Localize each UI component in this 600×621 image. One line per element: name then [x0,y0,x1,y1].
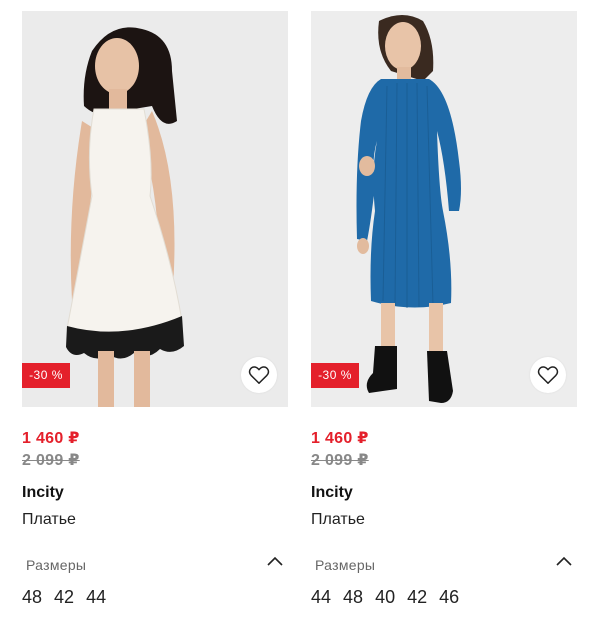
favorite-button[interactable] [241,357,277,393]
old-price: 2 099 ₽ [22,452,80,469]
discount-badge: -30 % [22,363,70,388]
heart-outline-icon [248,366,270,384]
sizes-toggle[interactable]: Размеры [22,551,288,577]
discount-badge: -30 % [311,363,359,388]
product-type[interactable]: Платье [22,511,76,529]
size-list: 44 48 40 42 46 [311,587,459,608]
size-option[interactable]: 40 [375,587,395,608]
sizes-toggle[interactable]: Размеры [311,551,577,577]
product-grid: -30 % 1 460 ₽ 2 099 ₽ Incity Платье Разм… [0,0,600,621]
current-price: 1 460 ₽ [22,430,80,447]
size-option[interactable]: 48 [22,587,42,608]
product-card[interactable]: -30 % 1 460 ₽ 2 099 ₽ Incity Платье Разм… [311,0,579,621]
product-card[interactable]: -30 % 1 460 ₽ 2 099 ₽ Incity Платье Разм… [22,0,290,621]
size-option[interactable]: 46 [439,587,459,608]
product-photo-white-dress [22,11,288,407]
sizes-label: Размеры [26,557,87,573]
size-list: 48 42 44 [22,587,106,608]
heart-outline-icon [537,366,559,384]
product-type[interactable]: Платье [311,511,365,529]
sizes-label: Размеры [315,557,376,573]
product-image[interactable] [22,11,288,407]
chevron-up-icon [556,556,572,566]
product-image[interactable] [311,11,577,407]
product-photo-blue-dress [311,11,577,407]
favorite-button[interactable] [530,357,566,393]
size-option[interactable]: 48 [343,587,363,608]
size-option[interactable]: 44 [311,587,331,608]
old-price: 2 099 ₽ [311,452,369,469]
size-option[interactable]: 42 [407,587,427,608]
current-price: 1 460 ₽ [311,430,369,447]
size-option[interactable]: 42 [54,587,74,608]
chevron-up-icon [267,556,283,566]
product-brand[interactable]: Incity [311,484,353,502]
size-option[interactable]: 44 [86,587,106,608]
product-brand[interactable]: Incity [22,484,64,502]
